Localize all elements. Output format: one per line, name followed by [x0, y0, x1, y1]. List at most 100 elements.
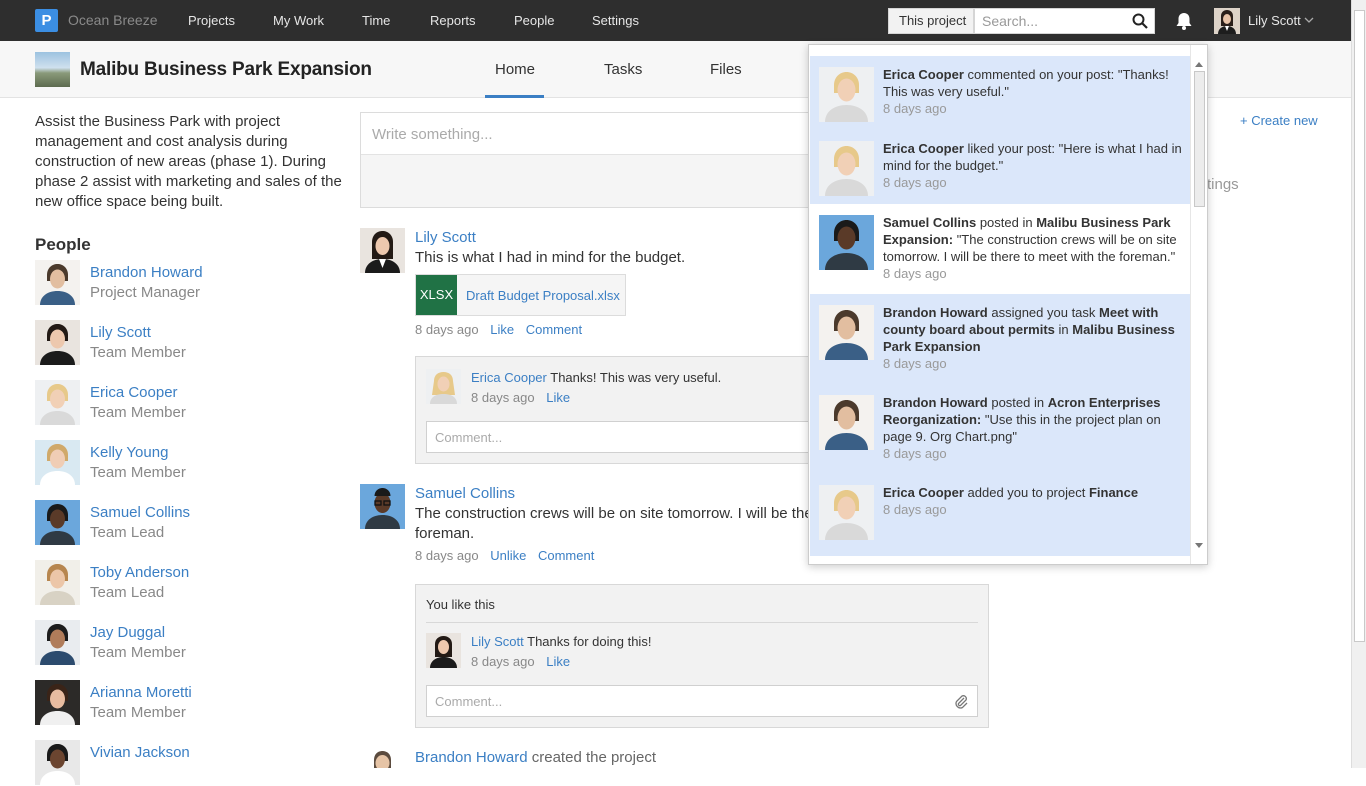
comment-link[interactable]: Comment: [526, 322, 582, 337]
avatar[interactable]: [819, 305, 874, 360]
avatar[interactable]: [426, 633, 461, 668]
post-author[interactable]: Samuel Collins: [415, 485, 515, 502]
post-author[interactable]: Lily Scott: [415, 229, 476, 246]
person-item[interactable]: Samuel Collins Team Lead: [35, 500, 335, 546]
avatar[interactable]: [35, 440, 80, 485]
nav-reports[interactable]: Reports: [430, 13, 476, 28]
avatar[interactable]: [360, 228, 405, 273]
person-item[interactable]: Erica Cooper Team Member: [35, 380, 335, 426]
company-name[interactable]: Ocean Breeze: [68, 12, 158, 28]
search-icon[interactable]: [1132, 13, 1148, 29]
notification-item[interactable]: Brandon Howard posted in Acron Enterpris…: [810, 384, 1190, 474]
top-navbar: P Ocean Breeze Projects My Work Time Rep…: [0, 0, 1351, 41]
scrollbar[interactable]: [1190, 45, 1207, 564]
comment-like-link[interactable]: Like: [546, 390, 570, 405]
avatar[interactable]: [819, 395, 874, 450]
avatar[interactable]: [426, 369, 461, 404]
notification-item[interactable]: Brandon Howard assigned you task Meet wi…: [810, 294, 1190, 384]
person-item[interactable]: Toby Anderson Team Lead: [35, 560, 335, 606]
notification-time: 8 days ago: [883, 446, 947, 461]
nav-my-work[interactable]: My Work: [273, 13, 324, 28]
scroll-up-arrow-icon[interactable]: [1195, 61, 1203, 67]
page-scrollbar[interactable]: [1351, 0, 1366, 768]
person-name[interactable]: Vivian Jackson: [90, 744, 190, 761]
scrollbar-thumb[interactable]: [1194, 71, 1205, 207]
tab-tasks[interactable]: Tasks: [604, 61, 642, 78]
person-name[interactable]: Erica Cooper: [90, 384, 178, 401]
notification-item[interactable]: Samuel Collins posted in Malibu Business…: [810, 204, 1190, 294]
comment-author[interactable]: Lily Scott: [471, 634, 524, 649]
notification-text: Brandon Howard assigned you task Meet wi…: [883, 305, 1175, 354]
avatar[interactable]: [35, 620, 80, 665]
nav-time[interactable]: Time: [362, 13, 390, 28]
tab-home[interactable]: Home: [495, 61, 535, 78]
divider: [426, 622, 978, 623]
post-input[interactable]: Write something...: [361, 113, 829, 155]
notification-item[interactable]: Erica Cooper added you to project Financ…: [810, 474, 1190, 556]
post-text-continued: foreman.: [415, 525, 475, 542]
notification-text: Erica Cooper liked your post: "Here is w…: [883, 141, 1182, 173]
avatar[interactable]: [35, 740, 80, 785]
person-item[interactable]: Jay Duggal Team Member: [35, 620, 335, 666]
nav-people[interactable]: People: [514, 13, 554, 28]
person-name[interactable]: Samuel Collins: [90, 504, 190, 521]
comment-input[interactable]: Comment...: [426, 685, 978, 717]
comment-link[interactable]: Comment: [538, 548, 594, 563]
person-name[interactable]: Jay Duggal: [90, 624, 165, 641]
notification-item[interactable]: Erica Cooper liked your post: "Here is w…: [810, 130, 1190, 204]
comment-author[interactable]: Erica Cooper: [471, 370, 547, 385]
avatar[interactable]: [360, 748, 405, 768]
tab-files[interactable]: Files: [710, 61, 742, 78]
person-name[interactable]: Lily Scott: [90, 324, 151, 341]
avatar[interactable]: [35, 680, 80, 725]
post-text: The construction crews will be on site t…: [415, 505, 813, 522]
new-post-box: Write something...: [360, 112, 830, 208]
person-item[interactable]: Kelly Young Team Member: [35, 440, 335, 486]
avatar[interactable]: [819, 485, 874, 540]
avatar[interactable]: [35, 320, 80, 365]
comment-input[interactable]: Comment...: [426, 421, 816, 453]
avatar[interactable]: [819, 67, 874, 122]
post-author[interactable]: Brandon Howard: [415, 749, 528, 766]
avatar[interactable]: [35, 380, 80, 425]
chevron-down-icon[interactable]: [1304, 16, 1314, 24]
people-heading: People: [35, 235, 91, 254]
avatar[interactable]: [35, 260, 80, 305]
paperclip-icon[interactable]: [953, 693, 969, 709]
user-avatar[interactable]: [1214, 8, 1240, 34]
person-name[interactable]: Toby Anderson: [90, 564, 189, 581]
comment-like-link[interactable]: Like: [546, 654, 570, 669]
avatar[interactable]: [819, 215, 874, 270]
nav-projects[interactable]: Projects: [188, 13, 235, 28]
avatar[interactable]: [35, 500, 80, 545]
person-name[interactable]: Kelly Young: [90, 444, 168, 461]
avatar[interactable]: [360, 484, 405, 529]
avatar[interactable]: [819, 141, 874, 196]
person-item[interactable]: Lily Scott Team Member: [35, 320, 335, 366]
search-input[interactable]: Search...: [974, 8, 1155, 34]
file-name-link[interactable]: Draft Budget Proposal.xlsx: [466, 288, 620, 303]
unlike-link[interactable]: Unlike: [490, 548, 526, 563]
notification-item[interactable]: Erica Cooper commented on your post: "Th…: [810, 56, 1190, 130]
person-name[interactable]: Arianna Moretti: [90, 684, 192, 701]
person-item[interactable]: Brandon Howard Project Manager: [35, 260, 335, 306]
search-scope-select[interactable]: This project: [888, 8, 974, 34]
person-name[interactable]: Brandon Howard: [90, 264, 203, 281]
nav-settings[interactable]: Settings: [592, 13, 639, 28]
settings-link-fragment[interactable]: tings: [1207, 176, 1239, 193]
like-link[interactable]: Like: [490, 322, 514, 337]
scroll-down-arrow-icon[interactable]: [1195, 543, 1203, 549]
page-scrollbar-thumb[interactable]: [1354, 10, 1365, 642]
likes-summary: You like this: [426, 597, 495, 612]
file-attachment[interactable]: XLSX Draft Budget Proposal.xlsx: [415, 274, 626, 316]
person-item[interactable]: Arianna Moretti Team Member: [35, 680, 335, 726]
app-logo[interactable]: P: [35, 9, 58, 32]
project-thumbnail: [35, 52, 70, 87]
notification-bell-icon[interactable]: [1174, 11, 1194, 31]
comment-text: Thanks! This was very useful.: [550, 370, 722, 385]
avatar[interactable]: [35, 560, 80, 605]
person-item[interactable]: Vivian Jackson: [35, 740, 335, 786]
project-title: Malibu Business Park Expansion: [80, 59, 372, 80]
create-new-link[interactable]: + Create new: [1240, 113, 1318, 128]
user-menu-name[interactable]: Lily Scott: [1248, 13, 1301, 28]
